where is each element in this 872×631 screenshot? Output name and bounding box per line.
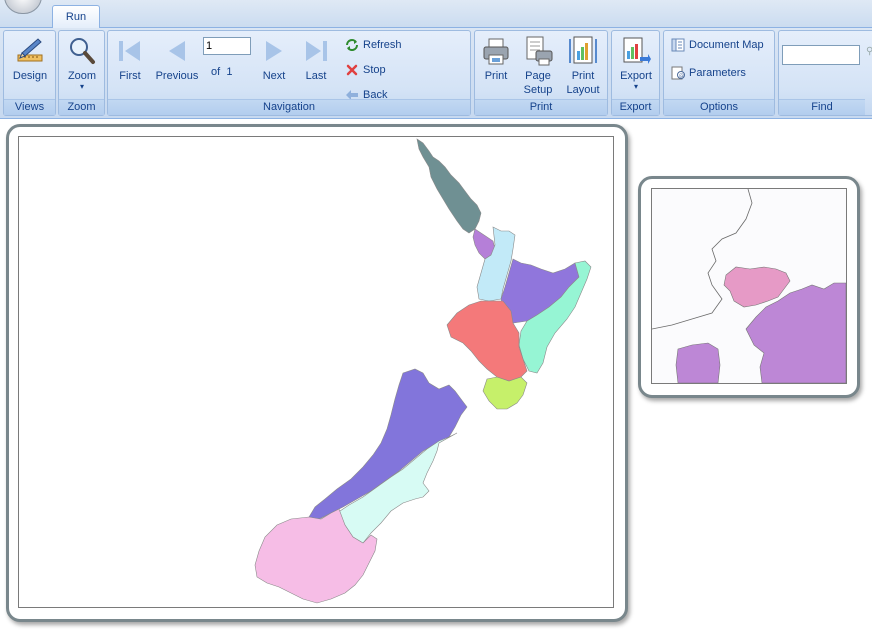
zoom-group: Zoom ▾ Zoom: [58, 30, 105, 116]
find-group-label: Find: [779, 99, 865, 115]
design-button[interactable]: Design: [8, 35, 52, 83]
page-number-input[interactable]: [203, 37, 251, 55]
print-group: Print Page Setup Print Layout Print: [474, 30, 608, 116]
first-page-button[interactable]: First: [114, 35, 146, 83]
inset-map: [651, 188, 847, 384]
total-pages: 1: [226, 66, 233, 78]
navigation-group: First Previous of 1 Next Last Refresh St…: [107, 30, 471, 116]
refresh-label: Refresh: [363, 39, 402, 51]
design-icon: [17, 38, 43, 62]
new-zealand-map-svg: [254, 138, 592, 604]
inset-coastline: [652, 189, 753, 330]
tab-run[interactable]: Run: [52, 5, 100, 29]
parameters-icon: @: [671, 66, 685, 80]
find-next-icon[interactable]: ⚲: [866, 46, 872, 57]
new-zealand-map: [18, 136, 614, 608]
printer-icon: [483, 38, 509, 65]
print-button[interactable]: Print: [479, 35, 513, 83]
svg-text:@: @: [679, 73, 684, 79]
last-label: Last: [305, 70, 327, 82]
inset-map-svg: [652, 189, 846, 383]
stop-button[interactable]: Stop: [345, 61, 386, 79]
export-dropdown-arrow-icon: ▾: [633, 82, 638, 91]
last-page-button[interactable]: Last: [300, 35, 332, 83]
parameters-button[interactable]: @ Parameters: [671, 64, 746, 82]
first-label: First: [119, 70, 141, 82]
document-map-button[interactable]: Document Map: [671, 36, 764, 54]
export-button[interactable]: Export ▾: [615, 35, 657, 91]
views-group-label: Views: [4, 99, 55, 115]
options-group-label: Options: [664, 99, 774, 115]
refresh-button[interactable]: Refresh: [345, 36, 402, 54]
zoom-group-label: Zoom: [59, 99, 104, 115]
stop-label: Stop: [363, 64, 386, 76]
options-group: Document Map @ Parameters Options: [663, 30, 775, 116]
ribbon: Design Views Zoom ▾ Zoom First Previous …: [0, 28, 872, 118]
export-label: Export: [620, 70, 652, 82]
next-page-icon: [266, 41, 282, 61]
refresh-icon: [346, 39, 358, 52]
zoom-button[interactable]: Zoom ▾: [61, 35, 103, 91]
navigation-group-label: Navigation: [108, 99, 470, 115]
application-button[interactable]: [4, 0, 42, 14]
of-label: of: [211, 66, 221, 78]
region-northland: [416, 138, 482, 234]
document-map-label: Document Map: [689, 39, 764, 51]
export-group-label: Export: [612, 99, 659, 115]
first-page-icon: [119, 41, 140, 61]
export-icon: [623, 37, 651, 64]
views-group: Design Views: [3, 30, 56, 116]
previous-label: Previous: [155, 70, 199, 82]
design-label: Design: [12, 70, 48, 82]
stop-icon: [346, 64, 358, 76]
export-group: Export ▾ Export: [611, 30, 660, 116]
document-map-icon: [671, 38, 685, 52]
ribbon-tab-strip: Run: [0, 0, 872, 29]
page-setup-label-line1: Page: [525, 70, 551, 82]
print-layout-icon: [569, 36, 597, 64]
page-setup-button[interactable]: Page Setup: [518, 35, 558, 97]
print-label: Print: [484, 70, 508, 82]
magnifier-icon: [70, 38, 95, 64]
inset-region-purple-west: [675, 342, 721, 383]
next-label: Next: [262, 70, 286, 82]
find-input[interactable]: [782, 45, 860, 65]
print-layout-button[interactable]: Print Layout: [563, 35, 603, 97]
page-setup-label-line2: Setup: [523, 84, 553, 96]
zoom-dropdown-arrow-icon: ▾: [79, 82, 84, 91]
find-group: Find: [778, 30, 872, 116]
print-group-label: Print: [475, 99, 607, 115]
next-page-button[interactable]: Next: [258, 35, 290, 83]
previous-page-button[interactable]: Previous: [154, 35, 200, 83]
last-page-icon: [306, 41, 327, 61]
print-layout-label-line1: Print: [571, 70, 595, 82]
zoom-label: Zoom: [67, 70, 97, 82]
page-setup-icon: [526, 36, 553, 66]
region-wellington: [482, 376, 528, 410]
page-of-label: of 1: [211, 63, 232, 81]
print-layout-label-line2: Layout: [566, 84, 600, 96]
previous-page-icon: [169, 41, 185, 61]
parameters-label: Parameters: [689, 67, 746, 79]
